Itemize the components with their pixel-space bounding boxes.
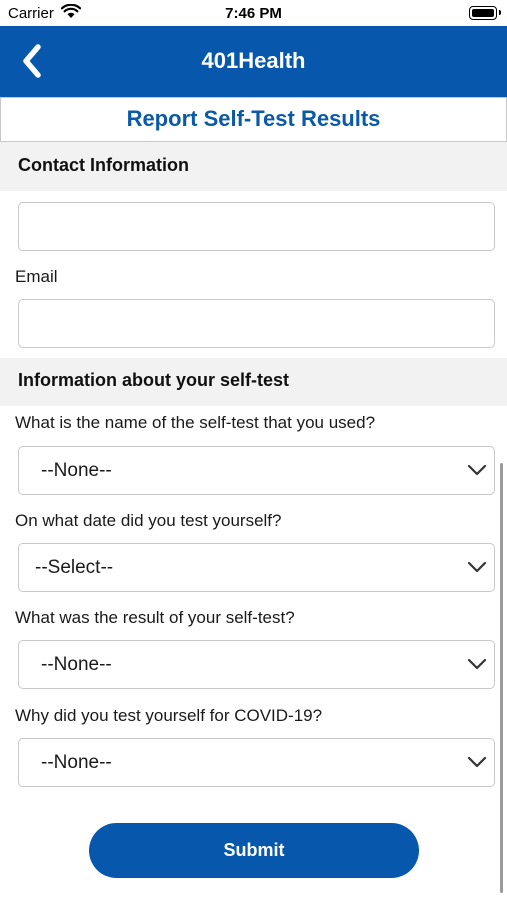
clock: 7:46 PM (225, 5, 282, 22)
email-field[interactable] (18, 299, 495, 348)
test-date-select[interactable]: --Select-- (18, 543, 495, 592)
scrollbar[interactable] (500, 463, 503, 893)
page-title-bar: Report Self-Test Results (0, 97, 507, 142)
contact-section-title: Contact Information (18, 155, 189, 175)
page-title: Report Self-Test Results (126, 106, 381, 131)
test-date-value: --Select-- (35, 557, 114, 578)
test-result-select[interactable]: --None-- (18, 640, 495, 689)
app-title: 401Health (201, 48, 306, 73)
selftest-name-select[interactable]: --None-- (18, 446, 495, 495)
selftest-name-value: --None-- (41, 460, 112, 481)
selftest-section-title: Information about your self-test (18, 370, 290, 390)
status-bar: Carrier 7:46 PM (0, 0, 507, 26)
navigation-bar: 401Health (0, 26, 507, 97)
test-reason-select[interactable]: --None-- (18, 738, 495, 787)
contact-section-header: Contact Information (0, 142, 507, 191)
submit-button[interactable]: Submit (89, 823, 419, 878)
test-reason-label: Why did you test yourself for COVID-19? (15, 706, 323, 725)
chevron-down-icon (467, 464, 487, 476)
chevron-down-icon (467, 658, 487, 670)
chevron-down-icon (467, 756, 487, 768)
test-result-label: What was the result of your self-test? (15, 608, 295, 627)
test-result-value: --None-- (41, 654, 112, 675)
test-date-label: On what date did you test yourself? (15, 511, 282, 530)
email-label: Email (15, 267, 58, 286)
selftest-section-header: Information about your self-test (0, 358, 507, 406)
test-reason-value: --None-- (41, 752, 112, 773)
selftest-name-label: What is the name of the self-test that y… (15, 413, 376, 432)
battery-icon (469, 6, 501, 20)
chevron-down-icon (467, 561, 487, 573)
contact-field-input[interactable] (18, 202, 495, 251)
